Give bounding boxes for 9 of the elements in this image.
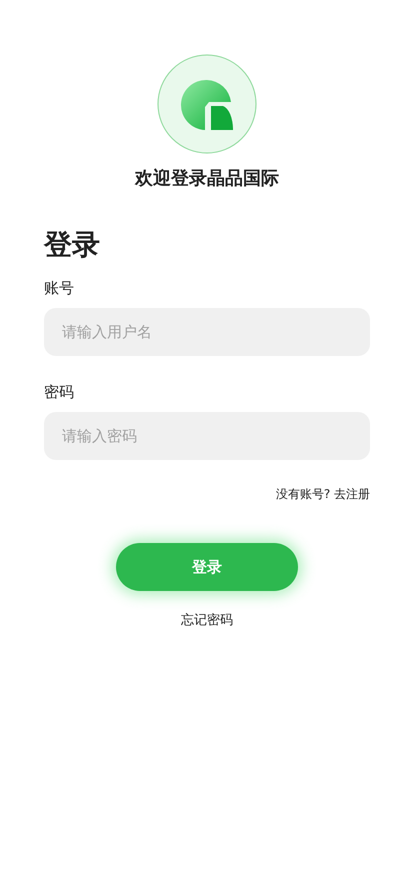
input-field[interactable]: 请输入密码 <box>44 412 370 460</box>
logo-icon <box>157 54 257 154</box>
page-title: 登录 <box>44 228 101 262</box>
register-link[interactable]: 没有账号? 去注册 <box>276 486 370 503</box>
welcome-title: 欢迎登录晶品国际 <box>135 167 279 190</box>
field-label: 密码 <box>44 382 75 402</box>
forgot-password-link[interactable]: 忘记密码 <box>181 611 233 629</box>
input-field[interactable]: 请输入用户名 <box>44 308 370 356</box>
field-label: 账号 <box>44 278 75 298</box>
